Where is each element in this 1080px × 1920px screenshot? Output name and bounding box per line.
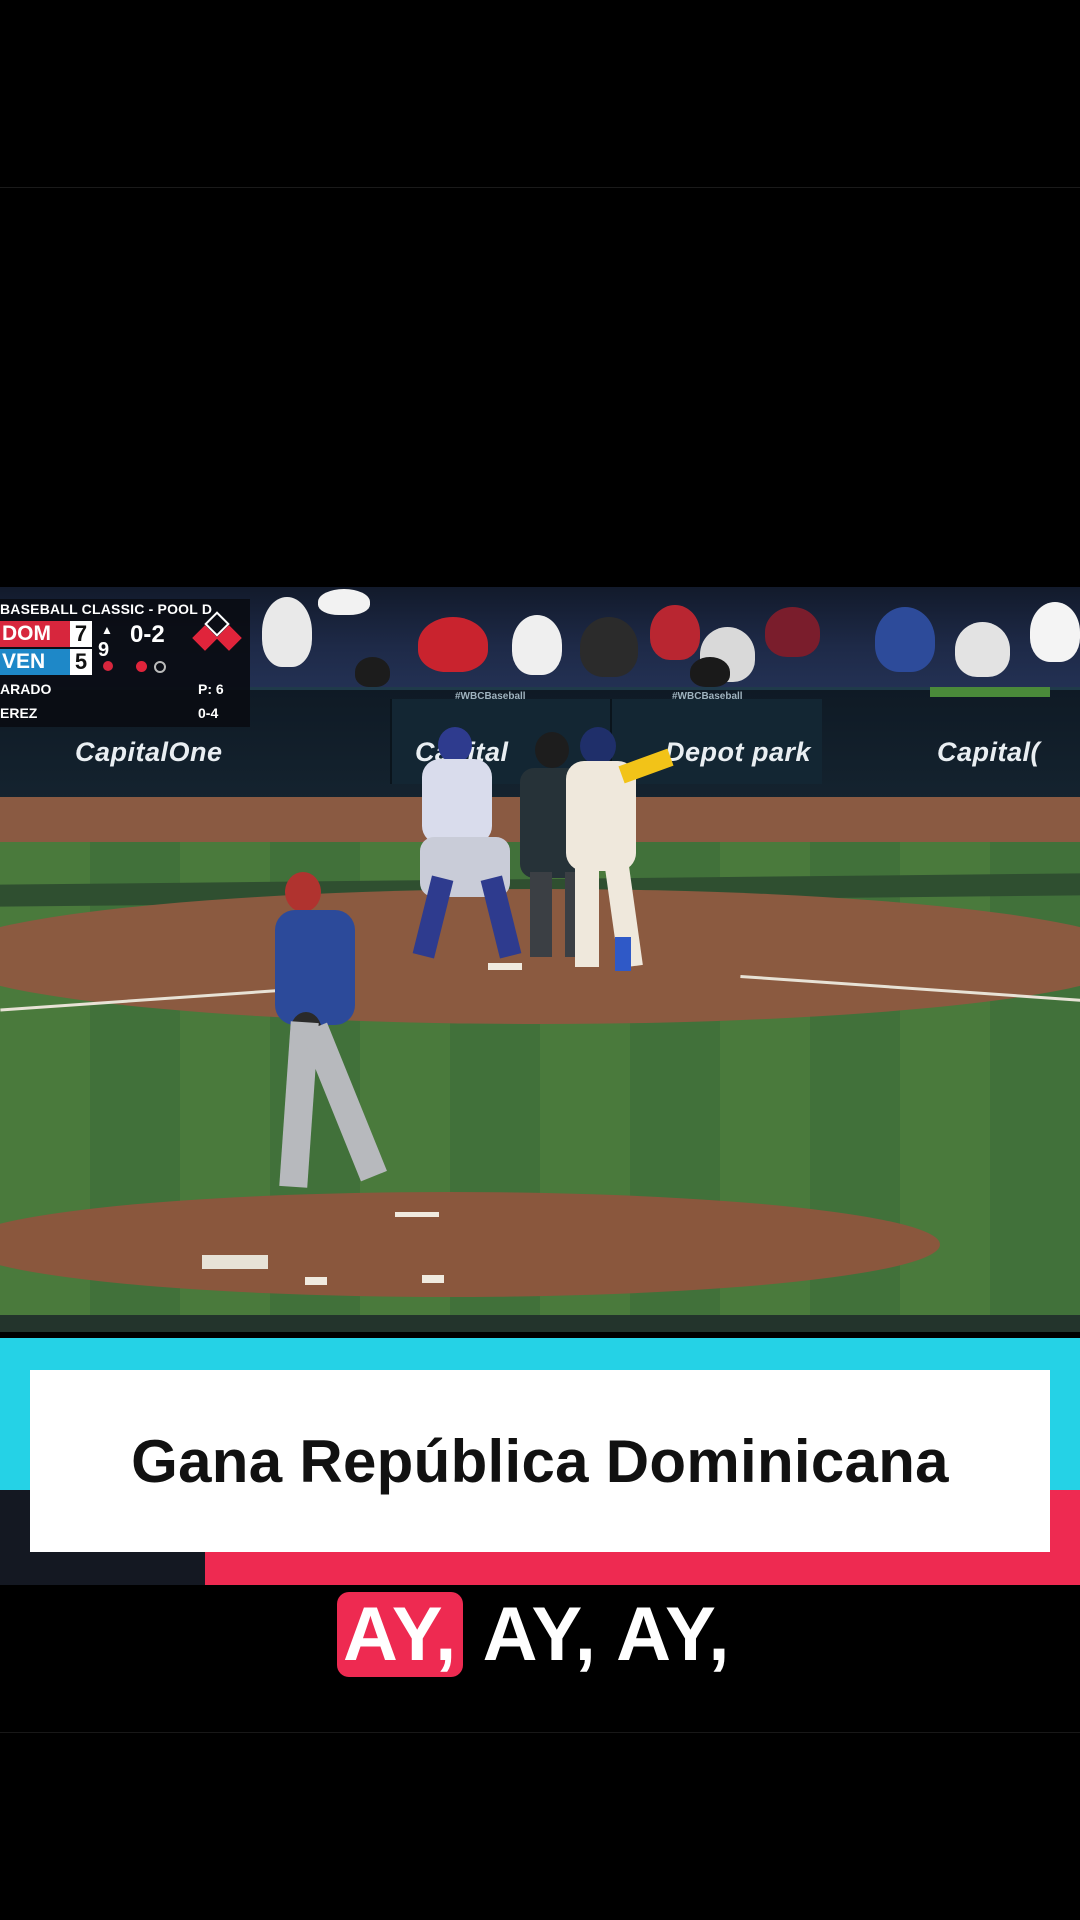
fan <box>262 597 312 667</box>
team-marker-icon <box>103 661 113 671</box>
team1-abbr: DOM <box>0 621 72 647</box>
frame-divider-bottom <box>0 1732 1080 1733</box>
pitching-rubber <box>202 1255 268 1269</box>
pitcher-name: ARADO <box>0 681 52 697</box>
batter-name: EREZ <box>0 705 38 721</box>
batter-line: 0-4 <box>198 705 219 721</box>
fan <box>765 607 820 657</box>
ball-strike-count: 0-2 <box>130 621 165 648</box>
fan <box>690 657 730 687</box>
caption-title-card: Gana República Dominicana <box>30 1370 1050 1552</box>
lyric-subtitle: AY, AY, AY, <box>337 1580 731 1690</box>
rosin-bag <box>305 1277 327 1285</box>
video-frame[interactable]: #WBCBaseball #WBCBaseball CapitalOne Cap… <box>0 587 1080 1332</box>
team1-score: 7 <box>70 621 92 647</box>
frame-divider <box>0 187 1080 188</box>
ad-capitalone-left: CapitalOne <box>75 737 223 767</box>
mound-marker <box>395 1212 439 1217</box>
batter <box>560 727 674 987</box>
pitchers-mound <box>0 1192 940 1297</box>
fan <box>355 657 390 687</box>
out-filled-icon <box>136 661 147 672</box>
caption-title: Gana República Dominicana <box>131 1427 949 1495</box>
fan <box>318 589 370 615</box>
pitcher <box>255 872 425 1202</box>
out-empty-icon <box>154 661 166 673</box>
lyric-highlight-word: AY, <box>337 1592 464 1677</box>
fan <box>580 617 638 677</box>
wall-hashtag: #WBCBaseball <box>672 691 743 702</box>
fan <box>1030 602 1080 662</box>
inning-number: 9 <box>98 639 110 661</box>
fan <box>418 617 488 672</box>
pitch-count: P: 6 <box>198 681 224 697</box>
fan <box>512 615 562 675</box>
lyric-rest: AY, AY, <box>463 1592 731 1677</box>
rosin-bag <box>422 1275 444 1283</box>
fan <box>955 622 1010 677</box>
team2-abbr: VEN <box>0 649 72 675</box>
top-letterbox <box>0 0 1080 587</box>
fan <box>650 605 700 660</box>
wall-stripe <box>930 687 1050 697</box>
inning-arrow-icon: ▲ <box>101 623 113 637</box>
fan <box>875 607 935 672</box>
team2-score: 5 <box>70 649 92 675</box>
video-bottom-strip <box>0 1315 1080 1332</box>
ad-depot-park: Depot park <box>665 737 812 767</box>
wall-hashtag: #WBCBaseball <box>455 691 526 702</box>
scoreboard: BASEBALL CLASSIC - POOL D DOM 7 VEN 5 ▲ … <box>0 599 250 727</box>
ad-capitalone-right: Capital( <box>937 737 1041 767</box>
